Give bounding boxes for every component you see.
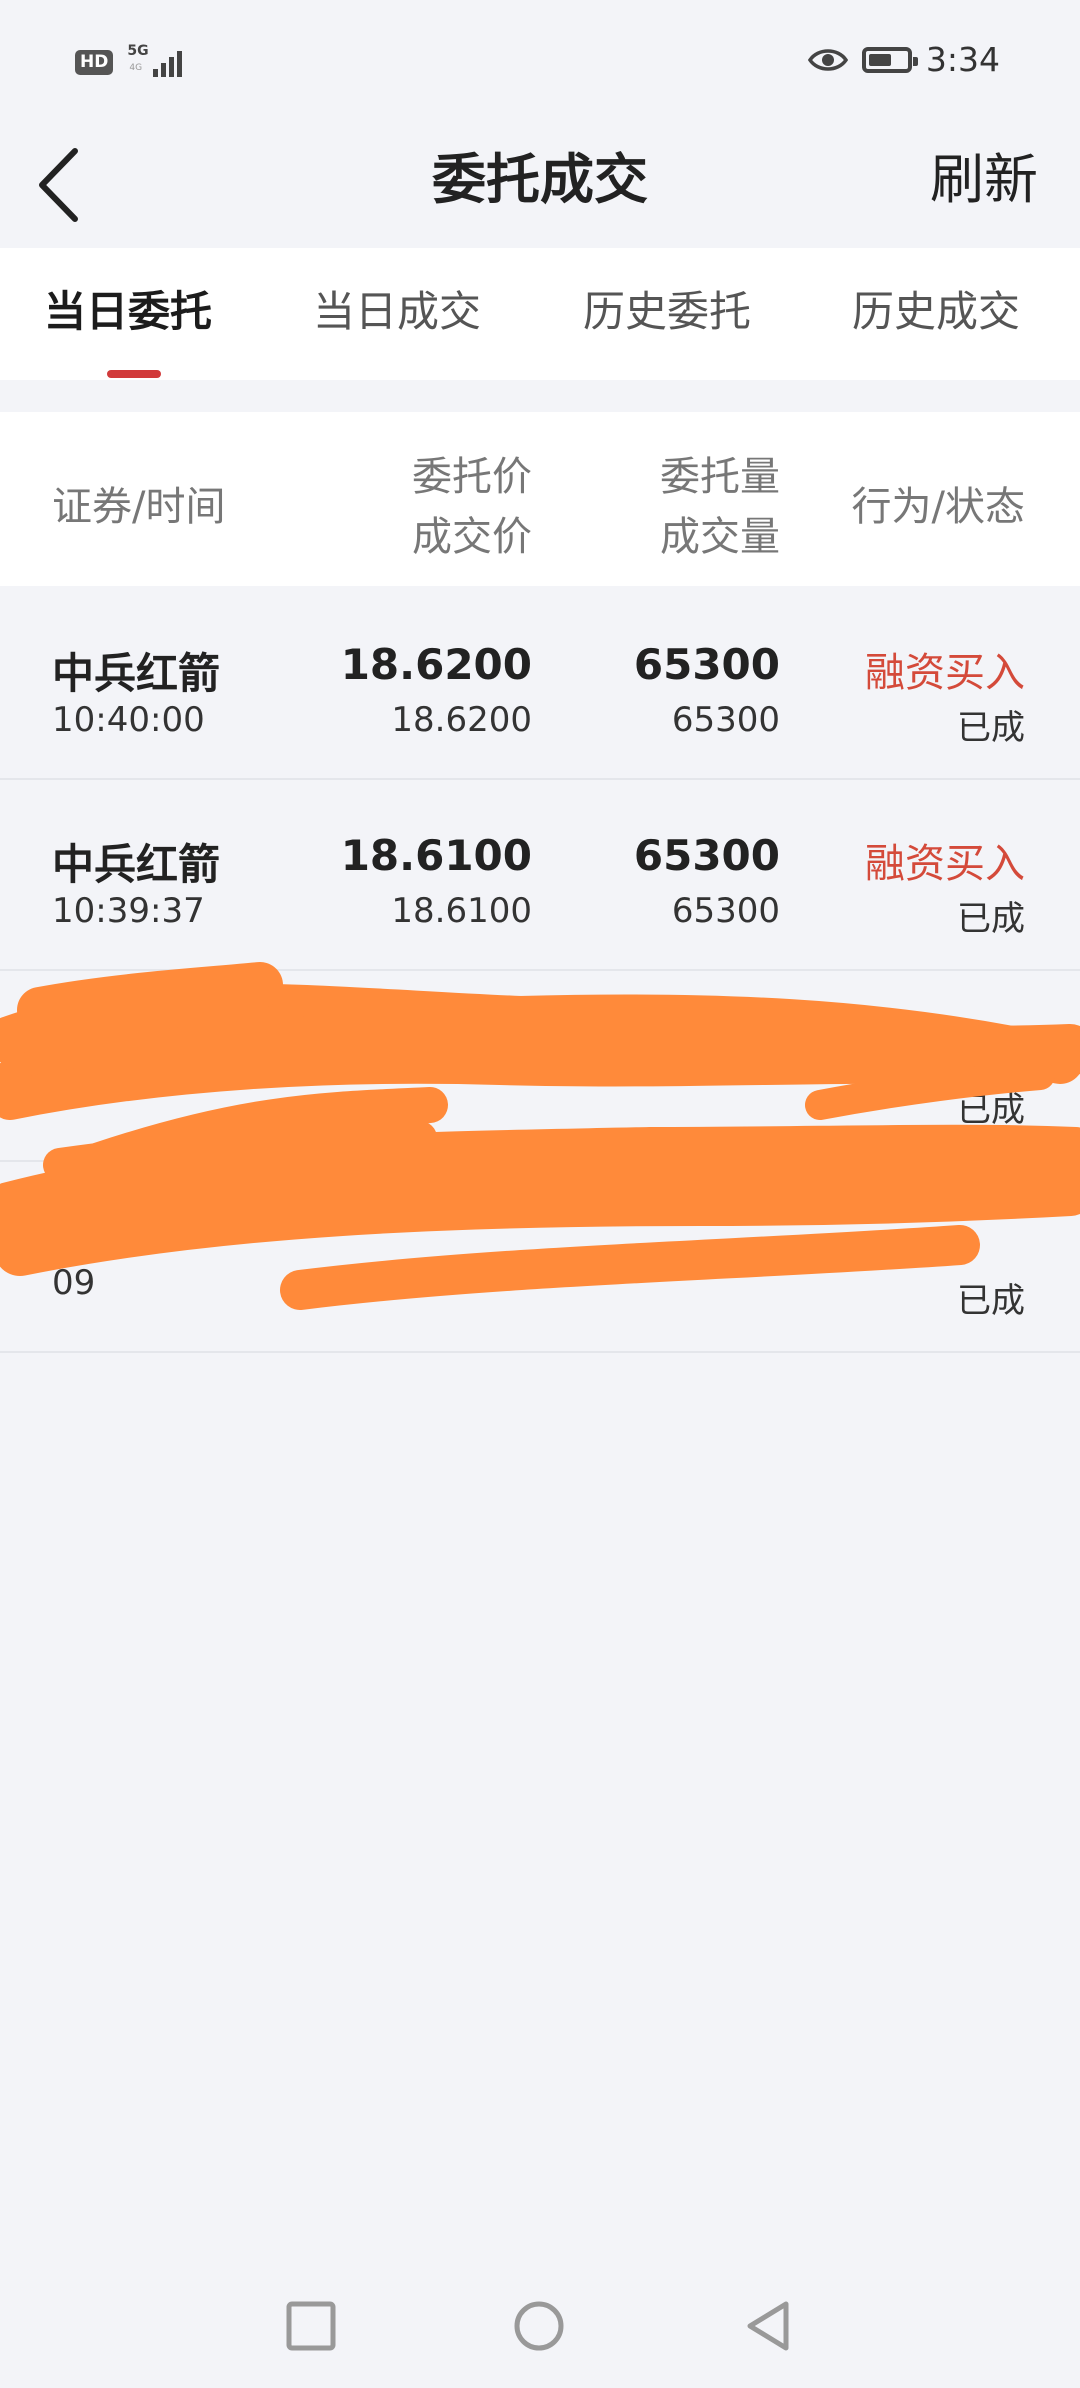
header-action-status: 行为/状态 xyxy=(851,484,1025,530)
home-button[interactable] xyxy=(511,2298,567,2354)
order-status: 已成 xyxy=(957,708,1025,748)
header-order-price: 委托价 xyxy=(412,454,532,500)
header: 委托成交 刷新 xyxy=(0,125,1080,245)
back-nav-button[interactable] xyxy=(740,2298,796,2354)
order-qty: 65300 xyxy=(633,640,780,689)
order-qty: 65300 xyxy=(633,831,780,880)
order-status: 已成 xyxy=(957,899,1025,939)
refresh-button[interactable]: 刷新 xyxy=(930,125,1038,235)
recent-apps-button[interactable] xyxy=(283,2298,339,2354)
tab-today-deals[interactable]: 当日成交 xyxy=(313,278,481,339)
tab-history-deals[interactable]: 历史成交 xyxy=(852,278,1020,339)
order-action: 融资买入 xyxy=(865,650,1025,696)
eye-icon xyxy=(807,48,848,71)
deal-price: 18.6100 xyxy=(391,891,532,931)
header-deal-price: 成交价 xyxy=(412,514,532,560)
active-tab-indicator xyxy=(107,370,161,378)
deal-qty: 65300 xyxy=(671,891,780,931)
status-left: HD 5G 4G xyxy=(75,43,183,79)
table-row[interactable]: 中兵红箭 10:39:37 18.6100 18.6100 65300 6530… xyxy=(0,779,1080,971)
system-nav-bar xyxy=(0,2270,1080,2388)
deal-price: 18.6200 xyxy=(391,700,532,740)
order-action: 融资买入 xyxy=(865,841,1025,887)
signal-icon: 5G 4G xyxy=(127,43,183,79)
order-time: 10:40:00 xyxy=(52,700,205,740)
tab-bar: 当日委托 当日成交 历史委托 历史成交 xyxy=(0,248,1080,380)
page-title: 委托成交 xyxy=(432,148,648,211)
security-name: 中兵红箭 xyxy=(52,840,221,889)
table-row[interactable]: 中兵红箭 10:40:00 18.6200 18.6200 65300 6530… xyxy=(0,588,1080,780)
order-price: 18.6200 xyxy=(340,640,532,689)
network-sub-label: 4G xyxy=(129,63,143,73)
status-bar: HD 5G 4G 3:34 xyxy=(0,0,1080,125)
tab-history-orders[interactable]: 历史委托 xyxy=(583,278,751,339)
header-deal-qty: 成交量 xyxy=(660,514,780,560)
hd-badge: HD xyxy=(75,49,114,75)
header-security-time: 证券/时间 xyxy=(52,484,226,530)
deal-qty: 65300 xyxy=(671,700,780,740)
order-time: 10:39:37 xyxy=(52,891,205,931)
battery-icon xyxy=(861,46,918,73)
tab-today-orders[interactable]: 当日委托 xyxy=(44,278,212,339)
table-header: 证券/时间 委托价 成交价 委托量 成交量 行为/状态 xyxy=(0,412,1080,586)
network-label: 5G xyxy=(127,43,149,59)
header-order-qty: 委托量 xyxy=(660,454,780,500)
status-right: 3:34 xyxy=(807,40,1000,79)
order-price: 18.6100 xyxy=(340,831,532,880)
status-time: 3:34 xyxy=(925,40,1000,79)
security-name: 中兵红箭 xyxy=(52,649,221,698)
redaction-scribble xyxy=(0,962,1080,1310)
